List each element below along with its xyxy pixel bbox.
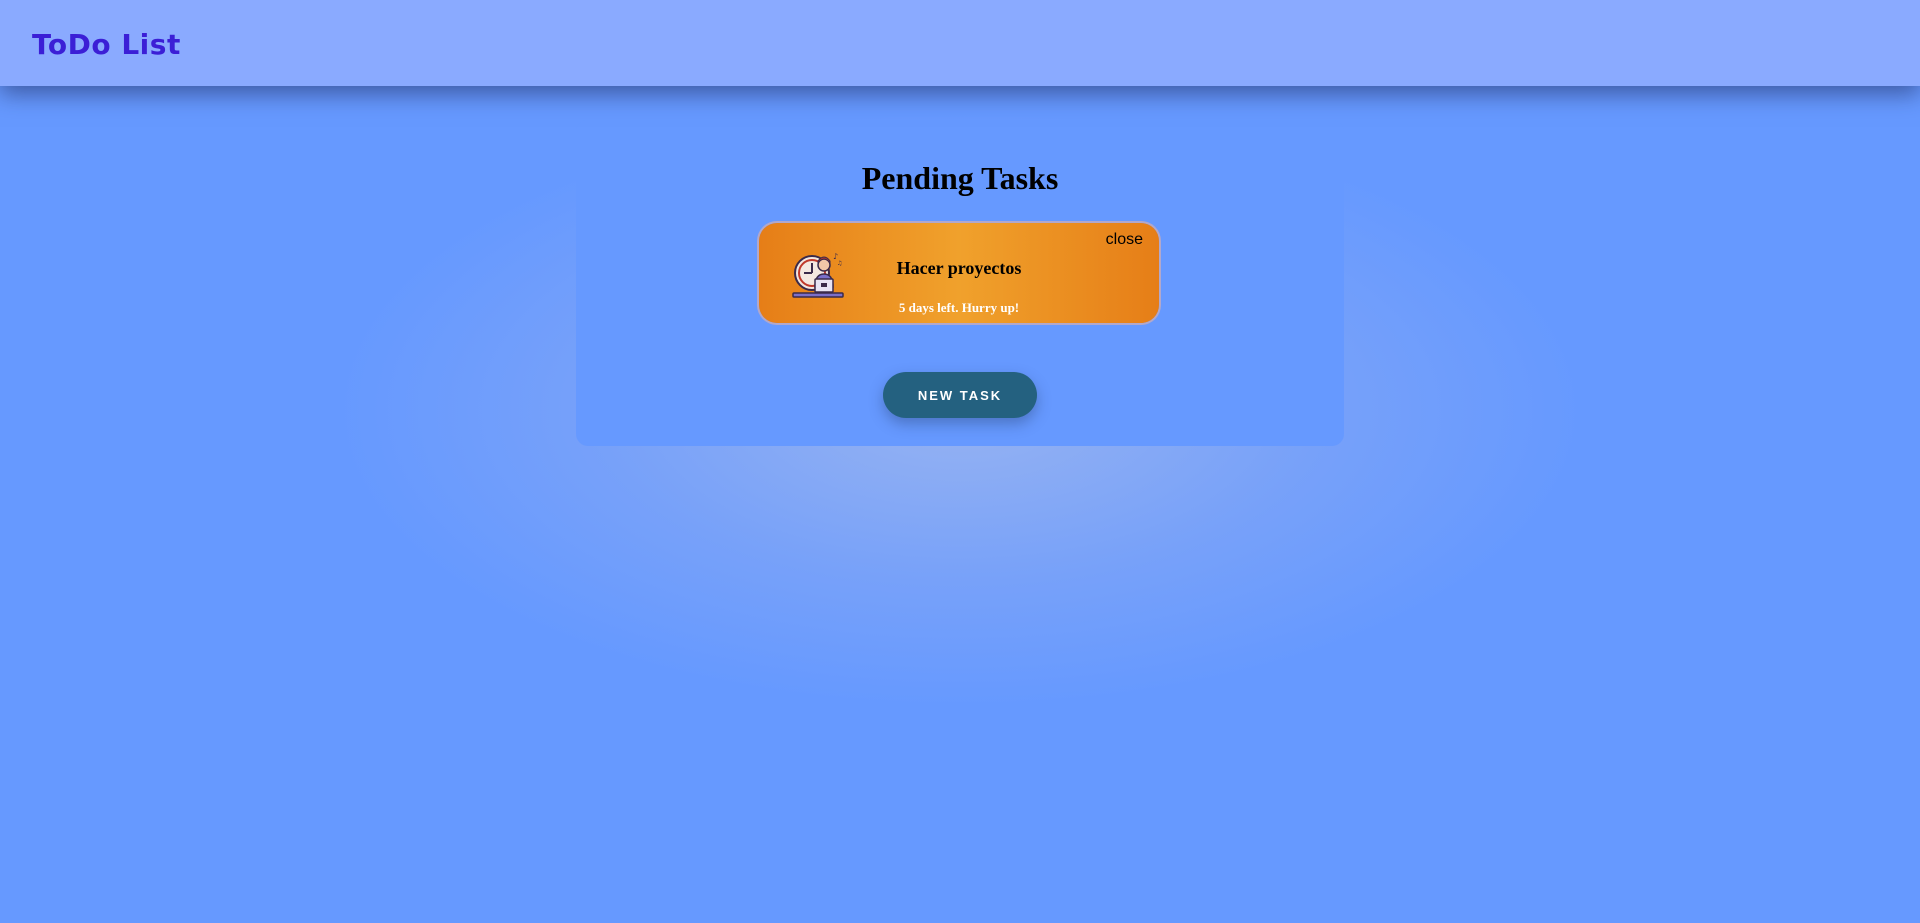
- task-due-text: 5 days left. Hurry up!: [898, 300, 1020, 315]
- new-task-button[interactable]: New Task: [883, 372, 1037, 418]
- tasks-panel: Pending Tasks close ♪ ♫ Hacer proyectos …: [576, 120, 1344, 446]
- brand-title[interactable]: ToDo List: [32, 28, 181, 61]
- task-close-button[interactable]: close: [1106, 231, 1143, 249]
- navbar: ToDo List: [0, 0, 1920, 86]
- page-title: Pending Tasks: [861, 160, 1059, 196]
- task-card: close ♪ ♫ Hacer proyectos 5 days left. H…: [759, 223, 1159, 323]
- task-name: Hacer proyectos: [896, 258, 1022, 278]
